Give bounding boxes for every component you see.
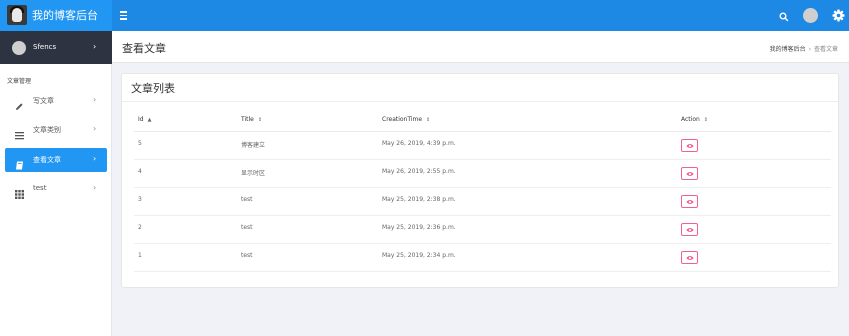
chevron-right-icon: ›: [93, 42, 97, 51]
page-header: 查看文章 我的博客后台 › 查看文章: [112, 31, 849, 63]
column-header-label: CreationTime: [382, 116, 423, 123]
cell-creation-time: May 25, 2019, 2:34 p.m.: [382, 252, 456, 259]
sort-icon: ⇕: [703, 117, 708, 123]
sort-asc-icon: ▲: [147, 117, 152, 123]
table-row: 4 显示时区 May 26, 2019, 2:55 p.m.: [134, 160, 831, 188]
brand-title[interactable]: 我的博客后台: [32, 7, 98, 23]
grid-icon: [15, 184, 24, 199]
pencil-icon: [15, 96, 24, 110]
chevron-right-icon: ›: [93, 183, 97, 192]
eye-icon: [686, 172, 694, 176]
eye-icon: [686, 228, 694, 232]
cell-id: 2: [138, 224, 142, 231]
cell-id: 3: [138, 196, 142, 203]
page-title: 查看文章: [122, 42, 166, 55]
cell-id: 5: [138, 140, 142, 147]
divider: [122, 101, 838, 102]
breadcrumb: 我的博客后台 › 查看文章: [770, 44, 838, 53]
hamburger-menu-icon[interactable]: [120, 9, 130, 22]
cell-title: test: [241, 252, 253, 259]
sidebar-section-label: 文章管理: [7, 78, 32, 85]
column-header-action[interactable]: Action ⇕: [681, 116, 708, 123]
chevron-right-icon: ›: [93, 95, 97, 104]
column-header-label: Id: [138, 116, 144, 123]
view-button[interactable]: [681, 223, 698, 236]
view-button[interactable]: [681, 139, 698, 152]
chevron-right-icon: ›: [93, 154, 97, 163]
search-icon[interactable]: [777, 9, 791, 23]
breadcrumb-current: 查看文章: [813, 46, 838, 53]
cell-creation-time: May 25, 2019, 2:38 p.m.: [382, 196, 456, 203]
cell-id: 4: [138, 168, 142, 175]
column-header-label: Action: [681, 116, 700, 123]
cell-creation-time: May 26, 2019, 2:55 p.m.: [382, 168, 456, 175]
card-title: 文章列表: [131, 82, 175, 95]
view-button[interactable]: [681, 167, 698, 180]
table-row: 2 test May 25, 2019, 2:36 p.m.: [134, 216, 831, 244]
sidebar-item-write-article[interactable]: 写文章 ›: [5, 89, 107, 113]
breadcrumb-separator: ›: [808, 46, 811, 53]
list-icon: [15, 125, 24, 140]
cell-id: 1: [138, 252, 142, 259]
column-header-id[interactable]: Id ▲: [138, 116, 151, 123]
sort-icon: ⇕: [426, 117, 431, 123]
eye-icon: [686, 256, 694, 260]
top-navbar: 我的博客后台: [0, 0, 849, 31]
sidebar-item-label: 查看文章: [33, 156, 61, 164]
cell-title: test: [241, 196, 253, 203]
avatar: [12, 41, 26, 55]
table-row: 5 博客建立 May 26, 2019, 4:39 p.m.: [134, 132, 831, 160]
cell-creation-time: May 25, 2019, 2:36 p.m.: [382, 224, 456, 231]
sidebar-item-label: 文章类别: [33, 126, 61, 134]
sidebar-item-test[interactable]: test ›: [5, 177, 107, 201]
breadcrumb-home-link[interactable]: 我的博客后台: [770, 46, 806, 53]
view-button[interactable]: [681, 251, 698, 264]
sidebar-item-article-categories[interactable]: 文章类别 ›: [5, 118, 107, 142]
sort-icon: ⇕: [257, 117, 263, 123]
cell-title: 显示时区: [241, 170, 266, 177]
sidebar-item-label: 写文章: [33, 97, 54, 105]
article-list-card: 文章列表 Id ▲ Title ⇕ CreationTime ⇕ Action ⇕ 5 …: [121, 73, 839, 288]
column-header-creation-time[interactable]: CreationTime ⇕: [382, 116, 430, 123]
cell-creation-time: May 26, 2019, 4:39 p.m.: [382, 140, 456, 147]
book-icon: [15, 155, 24, 170]
sidebar: Sfencs › 文章管理 写文章 › 文章类别 › 查看文章 › test ›: [0, 31, 112, 336]
user-panel[interactable]: Sfencs ›: [0, 31, 112, 64]
user-avatar-top[interactable]: [803, 8, 818, 23]
table-row: 3 test May 25, 2019, 2:38 p.m.: [134, 188, 831, 216]
sidebar-item-label: test: [33, 184, 47, 192]
column-header-title[interactable]: Title ⇕: [241, 116, 262, 123]
eye-icon: [686, 144, 694, 148]
user-name: Sfencs: [33, 43, 57, 51]
chevron-right-icon: ›: [93, 124, 97, 133]
eye-icon: [686, 200, 694, 204]
table-row: 1 test May 25, 2019, 2:34 p.m.: [134, 244, 831, 272]
cell-title: test: [241, 224, 253, 231]
brand[interactable]: 我的博客后台: [0, 0, 112, 31]
brand-logo: [7, 5, 27, 25]
sidebar-item-view-articles[interactable]: 查看文章 ›: [5, 148, 107, 172]
gear-icon[interactable]: [831, 8, 846, 23]
view-button[interactable]: [681, 195, 698, 208]
column-header-label: Title: [241, 116, 254, 123]
cell-title: 博客建立: [241, 142, 266, 149]
